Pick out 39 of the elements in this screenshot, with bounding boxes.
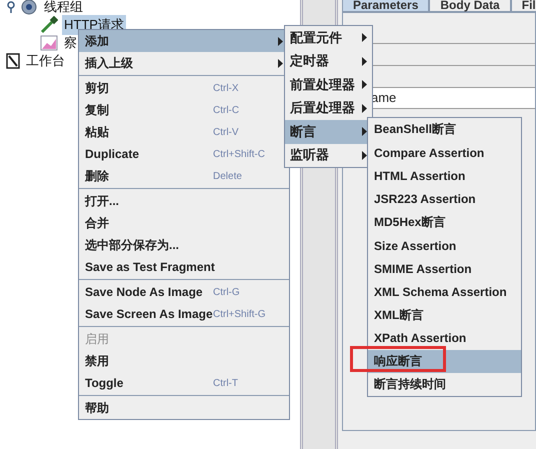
submenu-arrow-icon [362, 150, 367, 160]
tab[interactable]: Fil [510, 0, 536, 12]
menu-item[interactable]: 断言持续时间 [368, 373, 521, 396]
menu-item[interactable]: Save Node As Image Ctrl-G [79, 281, 289, 303]
submenu-arrow-icon [362, 33, 367, 42]
menu-item[interactable]: Compare Assertion [368, 141, 521, 164]
menu-item[interactable]: 帮助 [79, 397, 289, 419]
menu-item[interactable]: 删除 Delete [79, 165, 289, 187]
menu-item[interactable]: HTML Assertion [368, 164, 521, 188]
menu-item[interactable]: XML Schema Assertion [368, 280, 521, 304]
menu-item[interactable]: Size Assertion [368, 234, 521, 258]
menu-item[interactable]: 响应断言 [368, 350, 521, 374]
submenu-arrow-icon [362, 80, 367, 90]
tree-handle-icon[interactable] [6, 1, 16, 13]
menu-item[interactable]: Save Screen As ImageCtrl+Shift-G [79, 303, 289, 325]
menu-item[interactable]: XPath Assertion [368, 326, 521, 350]
tab[interactable]: Body Data [429, 0, 511, 12]
menu-item[interactable]: MD5Hex断言 [368, 210, 521, 234]
menu-item[interactable]: Save as Test Fragment [79, 256, 289, 278]
submenu-arrow-icon [362, 104, 367, 113]
pipette-icon [40, 16, 58, 34]
menu-item[interactable]: XML断言 [368, 304, 521, 327]
menu-item[interactable]: 选中部分保存为... [79, 234, 289, 256]
tree-item[interactable]: 工作台 [24, 51, 67, 71]
menu-item[interactable]: 禁用 [79, 350, 289, 372]
menu-item[interactable]: 合并 [79, 212, 289, 234]
menu-item[interactable]: JSR223 Assertion [368, 188, 521, 211]
tree-item[interactable]: 线程组 [42, 0, 85, 17]
workbench-icon [6, 53, 20, 69]
submenu-arrow-icon [278, 58, 283, 68]
menu-item[interactable]: 打开... [79, 190, 289, 212]
chart-icon [40, 35, 58, 51]
submenu-arrow-icon [362, 56, 367, 66]
menu-item[interactable]: Toggle Ctrl-T [79, 372, 289, 394]
tab[interactable]: Parameters [342, 0, 430, 12]
menu-item[interactable]: SMIME Assertion [368, 257, 521, 280]
tree-item[interactable]: 察 [62, 33, 79, 53]
submenu-arrow-icon [362, 127, 367, 136]
submenu-arrow-icon [278, 36, 283, 46]
